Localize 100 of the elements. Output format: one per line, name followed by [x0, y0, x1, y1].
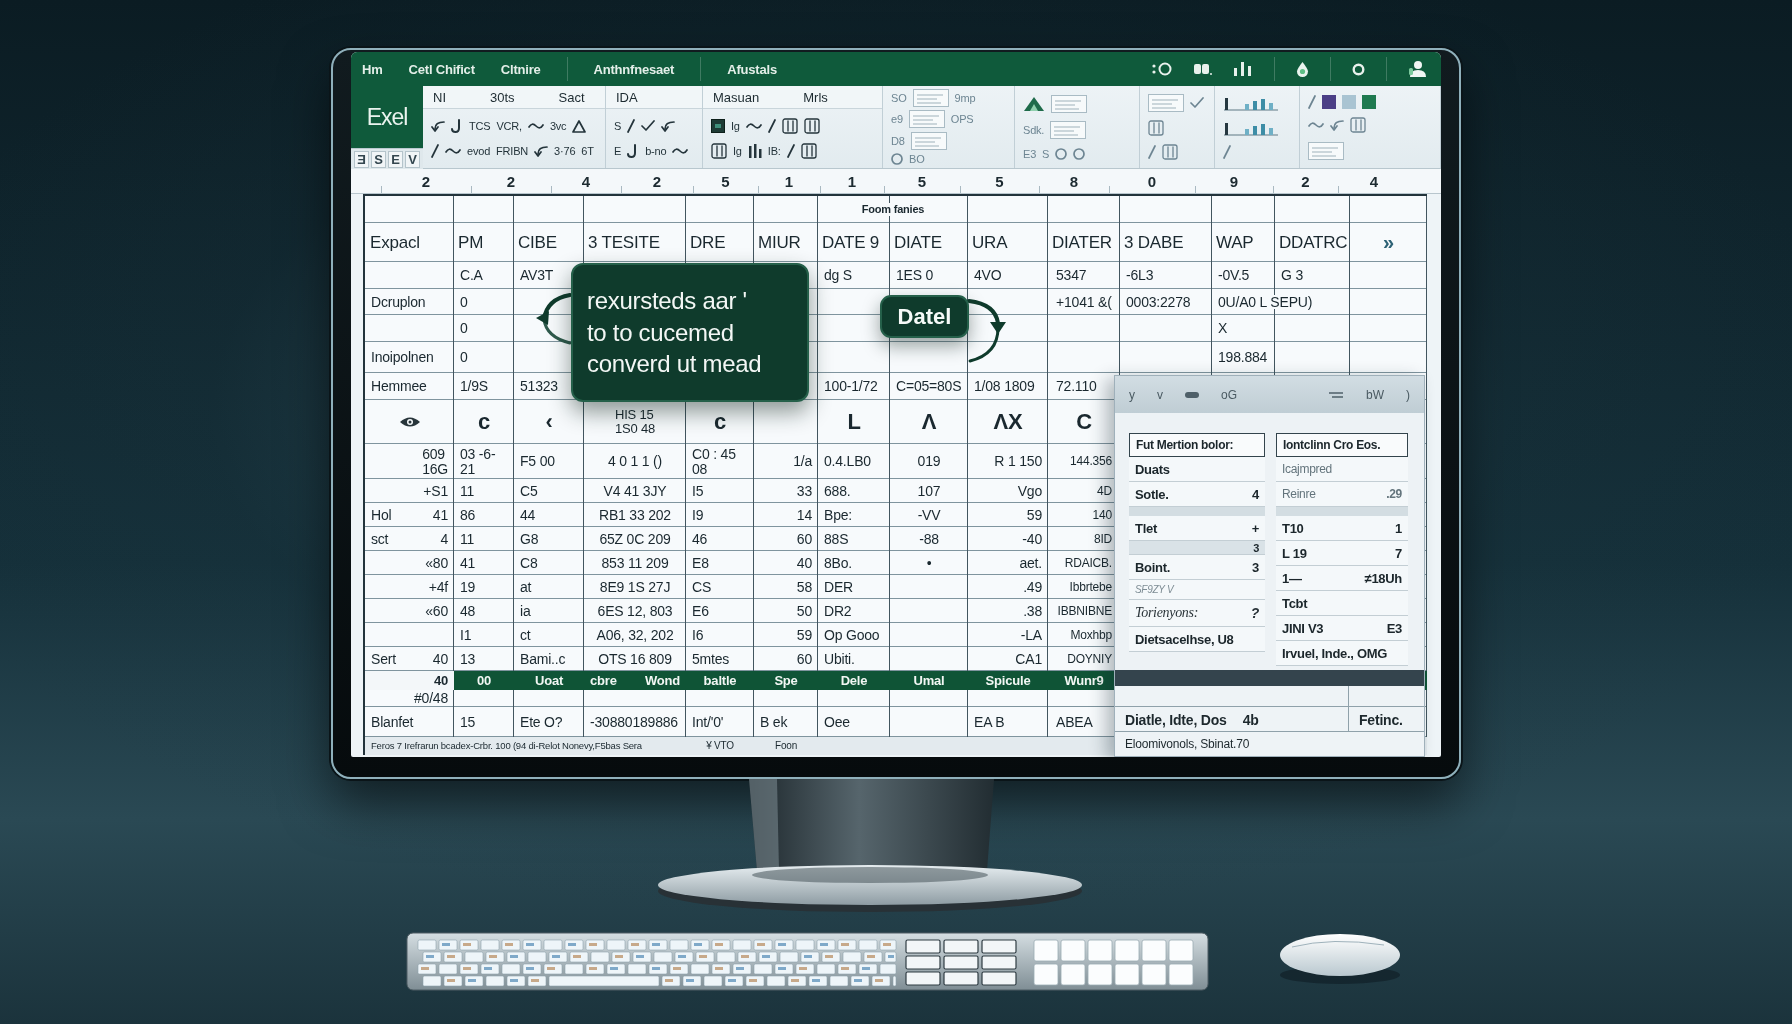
- list-row[interactable]: Reinre .29: [1276, 482, 1408, 507]
- list-row[interactable]: 3: [1129, 541, 1265, 555]
- drop-icon[interactable]: [1296, 61, 1309, 77]
- pill-icon[interactable]: [1185, 391, 1199, 398]
- tick-icon[interactable]: [641, 120, 656, 133]
- cell-text: 6ES 12, 803: [597, 603, 673, 619]
- dots-ring-icon[interactable]: [1152, 62, 1172, 76]
- slash-icon[interactable]: [786, 144, 795, 158]
- list-row[interactable]: Icajmpred: [1276, 457, 1408, 482]
- ribbon-tab[interactable]: Mrls: [803, 89, 828, 105]
- header-text[interactable]: v: [1157, 387, 1163, 402]
- cell-text: 019: [917, 454, 941, 469]
- dash-icon[interactable]: [1328, 390, 1344, 399]
- row-value: .29: [1386, 487, 1402, 501]
- bars-icon[interactable]: [747, 143, 762, 159]
- frame-icon[interactable]: [803, 118, 820, 134]
- menu-tab[interactable]: Hm: [362, 61, 383, 77]
- cell-text: Bpe:: [824, 507, 852, 523]
- ribbon-tab[interactable]: Masuan: [713, 89, 760, 105]
- frame-icon[interactable]: [711, 143, 727, 159]
- ribbon-tab[interactable]: 30ts: [490, 89, 515, 105]
- ribbon-tab[interactable]: IDA: [616, 89, 638, 105]
- row-label: Duats: [1135, 461, 1170, 477]
- menu-tab[interactable]: Afustals: [727, 61, 777, 77]
- cell-text: 58: [796, 579, 812, 595]
- view-button[interactable]: V: [405, 150, 420, 168]
- list-row[interactable]: T10 1: [1276, 516, 1408, 541]
- wave-icon[interactable]: [745, 121, 762, 131]
- person-icon[interactable]: [1408, 60, 1427, 78]
- cell-text: 0003:2278: [1126, 294, 1191, 310]
- frame-icon[interactable]: [800, 143, 817, 159]
- slash-icon[interactable]: [431, 143, 439, 158]
- list-row[interactable]: Dietsacelhse, U8: [1129, 627, 1265, 652]
- peak-icon[interactable]: [1023, 95, 1045, 112]
- list-row[interactable]: JINI V3 E3: [1276, 616, 1408, 641]
- list-row[interactable]: L 19 7: [1276, 541, 1408, 566]
- list-row[interactable]: Tlet +: [1129, 516, 1265, 541]
- circle-icon[interactable]: [891, 152, 903, 165]
- cell-text: 0.4.LB0: [824, 454, 871, 469]
- list-row[interactable]: Boint. 3: [1129, 555, 1265, 580]
- ribbon-label: E: [614, 144, 622, 157]
- wave-icon[interactable]: [445, 145, 461, 156]
- menu-tab[interactable]: Cetl Chifict: [408, 61, 475, 77]
- square-icon[interactable]: [711, 119, 725, 133]
- view-button[interactable]: E: [388, 150, 403, 168]
- circle-icon[interactable]: [1073, 147, 1086, 160]
- band-label: baltle: [703, 673, 737, 688]
- menu-tab[interactable]: Anthnfnesaet: [593, 61, 675, 77]
- status-text: Feros 7 Irefrarun bcadex-Crbr. 100 (94 di-Relot Nonevy,F5bas Sera: [371, 741, 642, 751]
- ribbon-label: evod: [467, 144, 491, 157]
- view-button[interactable]: Ǝ: [354, 150, 369, 168]
- wave-icon[interactable]: [527, 121, 544, 132]
- bar-chart-icon[interactable]: [1223, 120, 1279, 136]
- circle-icon[interactable]: [1055, 147, 1068, 160]
- list-row[interactable]: Duats: [1129, 457, 1265, 482]
- curve-arrow-icon[interactable]: [534, 143, 549, 158]
- header-text[interactable]: y: [1129, 387, 1135, 402]
- double-square-icon[interactable]: [1193, 62, 1212, 76]
- view-button[interactable]: S: [371, 150, 386, 168]
- cell-text: 1/08 1809: [974, 379, 1035, 394]
- curve-arrow-icon[interactable]: [661, 119, 676, 134]
- curve-arrow-icon[interactable]: [431, 119, 445, 134]
- list-row[interactable]: Torienyons: ?: [1129, 600, 1265, 627]
- list-row[interactable]: Irvuel, Inde., OMG: [1276, 641, 1408, 666]
- header-text[interactable]: oG: [1221, 387, 1237, 402]
- row-value: 3: [1252, 559, 1259, 575]
- bars-icon[interactable]: [1233, 61, 1253, 77]
- row-label: L 19: [1282, 545, 1307, 561]
- frame-icon[interactable]: [781, 118, 798, 134]
- swatch-icon[interactable]: [1322, 94, 1336, 109]
- ring-icon[interactable]: [1352, 62, 1365, 76]
- slash-icon[interactable]: [627, 119, 636, 134]
- list-row[interactable]: Iontclinn Cro Eos.: [1276, 433, 1408, 457]
- swatch-icon[interactable]: [1342, 94, 1356, 109]
- hook-icon[interactable]: [451, 119, 463, 134]
- cell-text: 03 -6- 21: [460, 446, 496, 477]
- cell-text: Dcruplon: [371, 294, 426, 310]
- footer-note: Eloomivonols, Sbinat.70: [1125, 737, 1250, 751]
- list-row[interactable]: Tcbt: [1276, 591, 1408, 616]
- menu-tab[interactable]: Cltnire: [500, 61, 541, 77]
- row-label: Tlet: [1135, 520, 1157, 536]
- list-row[interactable]: Sotle. 4: [1129, 482, 1265, 507]
- cell-text: 14: [796, 507, 812, 523]
- list-row[interactable]: 1— ≠18Uh: [1276, 566, 1408, 591]
- next-chevrons[interactable]: »: [1383, 232, 1394, 253]
- column-number: 5: [917, 172, 927, 190]
- cell-text: DR2: [824, 603, 852, 619]
- triangle-icon[interactable]: [572, 119, 587, 133]
- ribbon-tab[interactable]: Sact: [558, 89, 585, 105]
- ribbon-tab[interactable]: NI: [433, 89, 446, 105]
- header-text[interactable]: ): [1406, 387, 1410, 402]
- curved-arrow: [535, 291, 571, 347]
- cell-text: 40: [433, 673, 448, 688]
- wave-icon[interactable]: [672, 145, 689, 156]
- cell-text: 86: [460, 507, 476, 523]
- bar-chart-icon[interactable]: [1223, 95, 1279, 111]
- swatch-icon[interactable]: [1362, 94, 1376, 109]
- slash-icon[interactable]: [767, 119, 776, 133]
- list-row[interactable]: Fut Mertion bolor:: [1129, 433, 1265, 457]
- header-text[interactable]: bW: [1366, 387, 1384, 402]
